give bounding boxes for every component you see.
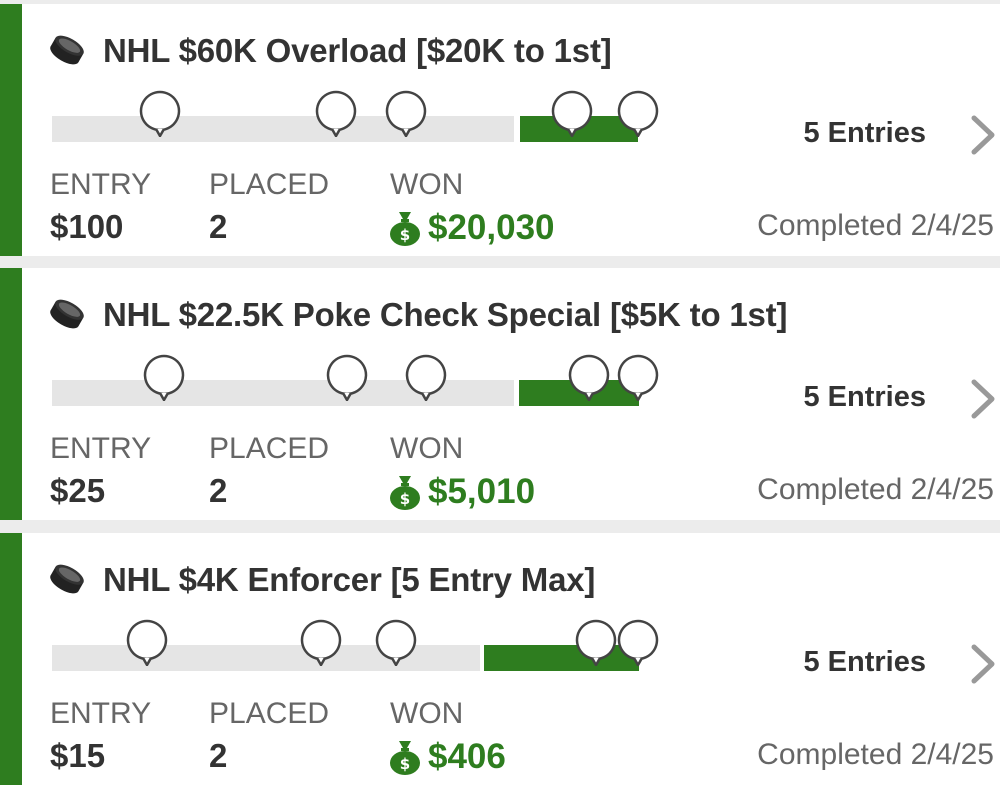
won-amount: $ $406: [388, 737, 506, 777]
won-label: WON: [390, 432, 464, 465]
chevron-right-icon[interactable]: [968, 643, 998, 685]
won-value: $20,030: [428, 208, 555, 247]
entry-fee-value: $100: [50, 208, 124, 245]
entry-fee-value: $25: [50, 472, 106, 509]
placed-label: PLACED: [209, 432, 330, 465]
won-value: $5,010: [428, 472, 536, 511]
entries-progress-bar: [52, 86, 662, 146]
card-accent-bar: [0, 268, 22, 520]
contest-status: Completed 2/4/25: [757, 738, 994, 771]
placed-label: PLACED: [209, 168, 330, 201]
chevron-right-icon[interactable]: [968, 114, 998, 156]
entry-marker-icon: [575, 619, 617, 666]
entries-count: 5 Entries: [803, 381, 927, 413]
hockey-puck-icon: [50, 564, 84, 594]
entry-marker-icon: [300, 619, 342, 666]
contest-title: NHL $4K Enforcer [5 Entry Max]: [103, 561, 596, 598]
contest-status: Completed 2/4/25: [757, 209, 994, 242]
money-bag-icon: $: [390, 741, 420, 775]
won-label: WON: [390, 168, 464, 201]
placed-value: 2: [209, 737, 228, 774]
entry-marker-icon: [375, 619, 417, 666]
entry-marker-icon: [385, 90, 427, 137]
card-accent-bar: [0, 4, 22, 256]
placed-label: PLACED: [209, 697, 330, 730]
entry-marker-icon: [617, 354, 659, 401]
entry-marker-icon: [617, 90, 659, 137]
entry-marker-icon: [326, 354, 368, 401]
svg-text:$: $: [400, 755, 410, 773]
entry-marker-icon: [315, 90, 357, 137]
entry-marker-icon: [568, 354, 610, 401]
entries-progress-bar: [52, 615, 662, 675]
won-label: WON: [390, 697, 464, 730]
entry-marker-icon: [139, 90, 181, 137]
entry-label: ENTRY: [50, 432, 152, 465]
won-value: $406: [428, 737, 506, 776]
contest-status: Completed 2/4/25: [757, 473, 994, 506]
svg-text:$: $: [400, 490, 410, 508]
money-bag-icon: $: [390, 476, 420, 510]
contest-card[interactable]: NHL $22.5K Poke Check Special [$5K to 1s…: [0, 268, 1000, 520]
hockey-puck-icon: [50, 299, 84, 329]
contest-title: NHL $22.5K Poke Check Special [$5K to 1s…: [103, 296, 788, 333]
placed-value: 2: [209, 472, 228, 509]
entry-marker-icon: [617, 619, 659, 666]
svg-text:$: $: [400, 226, 410, 244]
won-amount: $ $20,030: [388, 208, 555, 248]
entry-marker-icon: [551, 90, 593, 137]
contest-card[interactable]: NHL $60K Overload [$20K to 1st] 5 Entrie…: [0, 4, 1000, 256]
card-accent-bar: [0, 533, 22, 785]
chevron-right-icon[interactable]: [968, 378, 998, 420]
contest-card[interactable]: NHL $4K Enforcer [5 Entry Max] 5 Entries…: [0, 533, 1000, 785]
placed-value: 2: [209, 208, 228, 245]
entry-marker-icon: [126, 619, 168, 666]
won-amount: $ $5,010: [388, 472, 535, 512]
contest-list: NHL $60K Overload [$20K to 1st] 5 Entrie…: [0, 0, 1000, 785]
entries-count: 5 Entries: [803, 117, 927, 149]
entry-marker-icon: [143, 354, 185, 401]
entry-fee-value: $15: [50, 737, 106, 774]
progress-track: [52, 116, 514, 142]
contest-title: NHL $60K Overload [$20K to 1st]: [103, 32, 612, 69]
hockey-puck-icon: [50, 35, 84, 65]
money-bag-icon: $: [390, 212, 420, 246]
entry-label: ENTRY: [50, 697, 152, 730]
entry-marker-icon: [405, 354, 447, 401]
entries-count: 5 Entries: [803, 646, 927, 678]
entries-progress-bar: [52, 350, 662, 410]
entry-label: ENTRY: [50, 168, 152, 201]
